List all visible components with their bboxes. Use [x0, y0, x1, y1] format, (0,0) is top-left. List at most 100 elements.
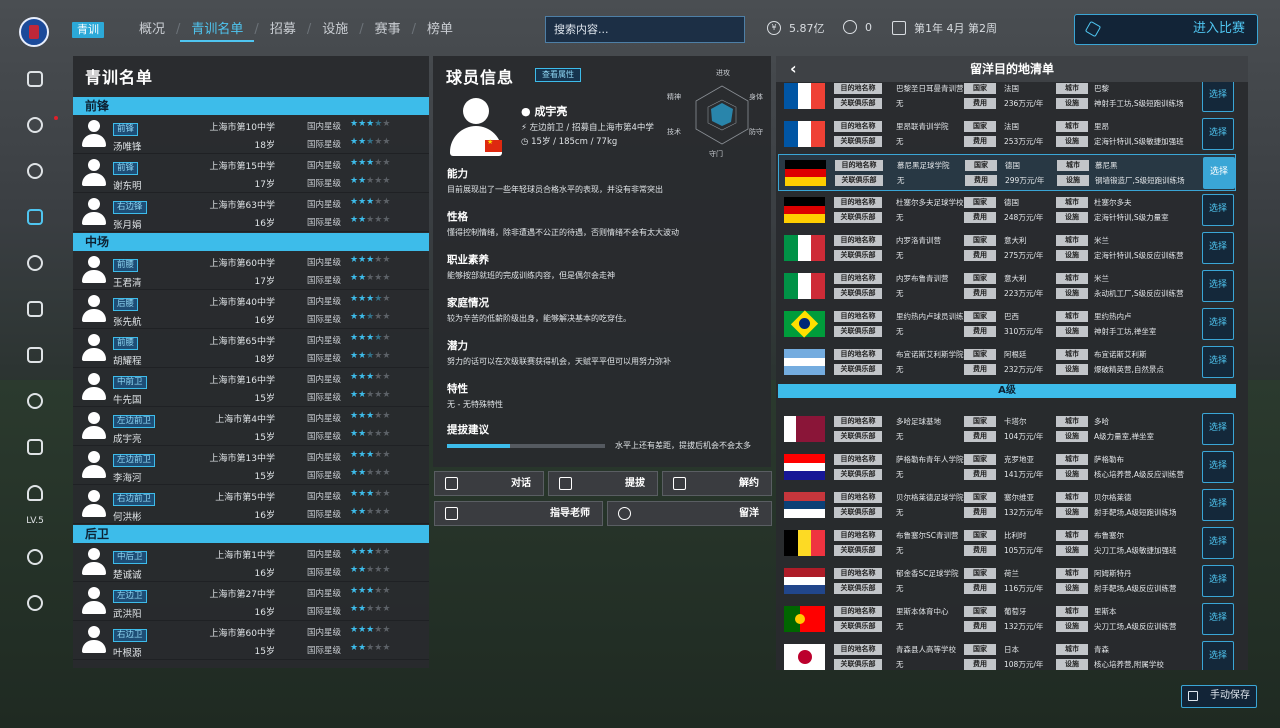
domestic-rating-label: 国内星级 — [307, 122, 342, 132]
destination-row[interactable]: 目的地名称 关联俱乐部 内罗布鲁青训营无 国家 费用 意大利 223万元/年 城市 设施 米兰 永动… — [778, 268, 1236, 305]
select-button[interactable]: 选择 — [1202, 641, 1234, 670]
destination-row[interactable]: 目的地名称 关联俱乐部 杜塞尔多夫足球学校无 国家 费用 德国 248万元/年 城市 设施 杜塞尔… — [778, 192, 1236, 229]
select-button[interactable]: 选择 — [1202, 232, 1234, 264]
select-button[interactable]: 选择 — [1202, 451, 1234, 483]
player-age: 15岁 — [254, 647, 275, 657]
back-arrow-icon[interactable]: ‹ — [790, 56, 797, 82]
select-button[interactable]: 选择 — [1202, 413, 1234, 445]
enter-match-button[interactable]: 进入比赛 — [1074, 14, 1258, 45]
talk-button[interactable]: 对话 — [434, 471, 544, 496]
destination-row[interactable]: 目的地名称 关联俱乐部 青森县人高等学校无 国家 费用 日本 108万元/年 城市 设施 青森 核心… — [778, 639, 1236, 670]
sidebar-exit-button[interactable] — [20, 588, 50, 618]
fee-label: 费用 — [964, 659, 996, 670]
star-icon: ★ — [350, 137, 359, 147]
sidebar-home-button[interactable] — [20, 64, 50, 94]
destination-row[interactable]: 目的地名称 关联俱乐部 郁金香SC足球学院无 国家 费用 荷兰 116万元/年 城市 设施 阿姆斯… — [778, 563, 1236, 600]
club-value: 无 — [896, 289, 904, 298]
select-button[interactable]: 选择 — [1202, 194, 1234, 226]
destinations-list[interactable]: 目的地名称 关联俱乐部 巴黎圣日耳曼青训营无国家 费用 法国 236万元/年 城市 设施 巴黎神… — [776, 82, 1248, 670]
select-button[interactable]: 选择 — [1202, 527, 1234, 559]
club-label: 关联俱乐部 — [834, 545, 882, 556]
sidebar-profile-button[interactable] — [20, 478, 50, 508]
search-input[interactable]: 搜索内容... — [545, 16, 745, 43]
nav-tab-3[interactable]: 设施 — [311, 20, 359, 42]
roster-list[interactable]: 前锋 前锋 汤唯锋 上海市第10中学 18岁 国内星级 国际星级 ★★★★★ ★★★★★ 前锋 谢东… — [73, 97, 429, 660]
sidebar-trophy-button[interactable] — [20, 340, 50, 370]
player-row[interactable]: 左边前卫 成宇亮 上海市第4中学 15岁 国内星级 国际星级 ★★★★★ ★★★★★ — [73, 407, 429, 446]
player-age: 16岁 — [254, 316, 275, 326]
club-logo[interactable] — [19, 17, 49, 47]
destination-row[interactable]: 目的地名称 关联俱乐部 多哈足球基地无 国家 费用 卡塔尔 104万元/年 城市 设施 多哈 A级力… — [778, 411, 1236, 448]
select-button[interactable]: 选择 — [1202, 118, 1234, 150]
destination-row[interactable]: 目的地名称 关联俱乐部 里昂联青训学院无 国家 费用 法国 253万元/年 城市 设施 里昂 定海针… — [778, 116, 1236, 153]
player-row[interactable]: 右边前卫 何洪彬 上海市第5中学 16岁 国内星级 国际星级 ★★★★★ ★★★★★ — [73, 485, 429, 524]
sidebar-scout-button[interactable] — [20, 248, 50, 278]
sidebar-youth-button[interactable] — [20, 202, 50, 232]
player-row[interactable]: 中后卫 楚诚诚 上海市第1中学 16岁 国内星级 国际星级 ★★★★★ ★★★★★ — [73, 543, 429, 582]
study-abroad-button[interactable]: 留洋 — [607, 501, 772, 526]
destination-row[interactable]: 目的地名称 关联俱乐部 布宜诺斯艾利斯学院无 国家 费用 阿根廷 232万元/年 城市 设施 布宜… — [778, 344, 1236, 381]
player-row[interactable]: 前腰 王君清 上海市第60中学 17岁 国内星级 国际星级 ★★★★★ ★★★★★ — [73, 251, 429, 290]
view-attributes-button[interactable]: 查看属性 — [535, 68, 581, 82]
player-row[interactable]: 前腰 胡耀程 上海市第65中学 18岁 国内星级 国际星级 ★★★★★ ★★★★★ — [73, 329, 429, 368]
destination-row[interactable]: 目的地名称 关联俱乐部 布鲁塞尔SC青训营无 国家 费用 比利时 105万元/年 城市 设施 布鲁… — [778, 525, 1236, 562]
star-icon: ★ — [350, 333, 359, 343]
international-stars: ★★★★★ — [350, 176, 390, 186]
player-row[interactable]: 右边卫 叶根源 上海市第60中学 15岁 国内星级 国际星级 ★★★★★ ★★★★★ — [73, 621, 429, 660]
player-row[interactable]: 后腰 张先航 上海市第40中学 16岁 国内星级 国际星级 ★★★★★ ★★★★★ — [73, 290, 429, 329]
promote-button[interactable]: 提拔 — [548, 471, 658, 496]
tier-band: A级 — [778, 384, 1236, 398]
target-label: 目的地名称 — [834, 492, 882, 503]
country-label: 国家 — [964, 121, 996, 132]
select-button[interactable]: 选择 — [1202, 603, 1234, 635]
mentor-button[interactable]: 指导老师 — [434, 501, 603, 526]
nav-tab-0[interactable]: 概况 — [128, 20, 176, 42]
nav-tab-5[interactable]: 榜单 — [416, 20, 464, 42]
position-badge: 前锋 — [113, 122, 139, 136]
sidebar-transfer-button[interactable] — [20, 156, 50, 186]
sidebar-city-button[interactable] — [20, 432, 50, 462]
destination-row[interactable]: 目的地名称 关联俱乐部 贝尔格莱德足球学院无 国家 费用 塞尔维亚 132万元/年 城市 设施贝… — [778, 487, 1236, 524]
sidebar-training-button[interactable] — [20, 110, 58, 140]
player-row[interactable]: 右边锋 张月娟 上海市第63中学 16岁 国内星级 国际星级 ★★★★★ ★★★★★ — [73, 193, 429, 232]
player-row[interactable]: 左边卫 武洪阳 上海市第27中学 16岁 国内星级 国际星级 ★★★★★ ★★★★★ — [73, 582, 429, 621]
star-icon: ★ — [382, 137, 391, 147]
manual-save-button[interactable]: 手动保存 — [1181, 685, 1257, 708]
position-badge: 中前卫 — [113, 375, 147, 389]
sidebar-settings-button[interactable] — [20, 542, 50, 572]
nav-tab-1[interactable]: 青训名单 — [180, 20, 255, 42]
nav-tab-4[interactable]: 赛事 — [364, 20, 412, 42]
player-row[interactable]: 前锋 汤唯锋 上海市第10中学 18岁 国内星级 国际星级 ★★★★★ ★★★★★ — [73, 115, 429, 154]
select-button[interactable]: 选择 — [1202, 270, 1234, 302]
destination-row[interactable]: 目的地名称关联俱乐部 里约热内卢球员训练中心无 国家费用巴西 310万元/年 城市设施里… — [778, 306, 1236, 343]
star-icon: ★ — [350, 255, 359, 265]
domestic-stars: ★★★★★ — [350, 158, 390, 168]
select-button[interactable]: 选择 — [1202, 489, 1234, 521]
release-button[interactable]: 解约 — [662, 471, 772, 496]
sidebar-world-button[interactable] — [20, 386, 50, 416]
facility-value: 尖刀工场,A级反应训练营 — [1094, 622, 1177, 631]
destination-row[interactable]: 目的地名称 关联俱乐部 慕尼黑足球学院无 国家 费用 德国 299万元/年 城市 设施 慕尼黑 钢墙… — [778, 154, 1236, 191]
player-row[interactable]: 中前卫 牛先国 上海市第16中学 15岁 国内星级 国际星级 ★★★★★ ★★★★★ — [73, 368, 429, 407]
city-value: 青森 — [1094, 645, 1109, 654]
player-avatar-icon — [81, 256, 107, 284]
destination-row[interactable]: 目的地名称 关联俱乐部 里斯本体育中心无 国家 费用 葡萄牙 132万元/年 城市 设施 里斯本尖… — [778, 601, 1236, 638]
destination-row[interactable]: 目的地名称 关联俱乐部 萨格勒布青年人学院无 国家 费用 克罗地亚 141万元/年 城市 设施萨… — [778, 449, 1236, 486]
destination-row[interactable]: 目的地名称 关联俱乐部 内罗洛青训营无 国家 费用 意大利 275万元/年 城市 设施 米兰 定海针… — [778, 230, 1236, 267]
select-button[interactable]: 选择 — [1202, 308, 1234, 340]
select-button[interactable]: 选择 — [1202, 346, 1234, 378]
star-icon: ★ — [350, 450, 359, 460]
player-row[interactable]: 前锋 谢东明 上海市第15中学 17岁 国内星级 国际星级 ★★★★★ ★★★★★ — [73, 154, 429, 193]
radar-hexagon — [695, 85, 749, 145]
nav-tab-2[interactable]: 招募 — [259, 20, 307, 42]
select-button[interactable]: 选择 — [1202, 565, 1234, 597]
destination-row[interactable]: 目的地名称 关联俱乐部 巴黎圣日耳曼青训营无 国家 费用 法国 236万元/年 城市 设施 巴黎神… — [778, 82, 1236, 115]
sidebar-team-button[interactable] — [20, 294, 50, 324]
player-row[interactable]: 左边前卫 李海河 上海市第13中学 15岁 国内星级 国际星级 ★★★★★ ★★★★★ — [73, 446, 429, 485]
select-button[interactable]: 选择 — [1203, 157, 1235, 189]
save-label: 手动保存 — [1210, 690, 1250, 701]
fee-label: 费用 — [964, 98, 996, 109]
player-name: 张月娟 — [113, 219, 142, 231]
select-button[interactable]: 选择 — [1202, 82, 1234, 112]
international-rating-label: 国际星级 — [307, 218, 342, 228]
